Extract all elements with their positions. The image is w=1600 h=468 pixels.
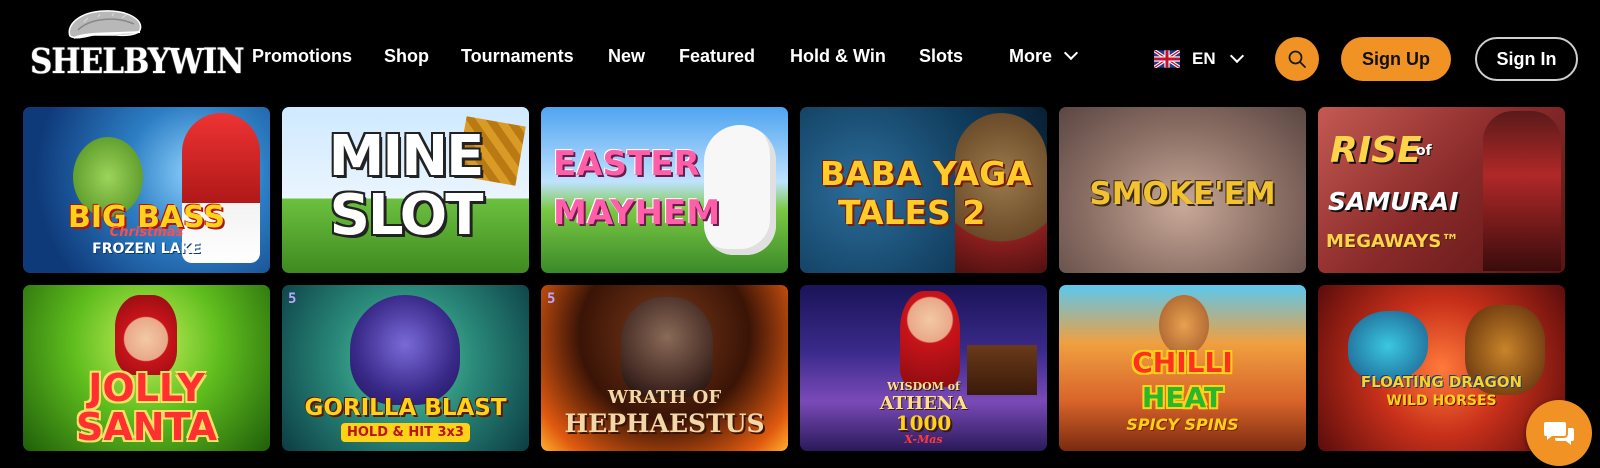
provider-badge: 5 — [547, 291, 556, 307]
chat-icon — [1544, 422, 1574, 445]
game-tile-baba-yaga-tales-2[interactable]: BABA YAGA TALES 2 — [800, 107, 1047, 273]
game-extra-2: X-Mas — [904, 433, 943, 446]
sign-in-button[interactable]: Sign In — [1475, 37, 1578, 81]
game-tile-mine-slot[interactable]: MINE SLOT — [282, 107, 529, 273]
game-extra-2: MEGAWAYS™ — [1326, 231, 1460, 252]
game-subtitle: MAYHEM — [553, 193, 721, 233]
language-selector[interactable]: EN — [1154, 46, 1244, 72]
nav-slots[interactable]: Slots — [919, 46, 963, 67]
nav-shop[interactable]: Shop — [384, 46, 429, 67]
game-extra: SPICY SPINS — [1126, 415, 1239, 434]
game-title: CHILLI — [1132, 346, 1233, 379]
dragon-figure — [1348, 311, 1428, 381]
game-tile-wisdom-of-athena-1000-xmas[interactable]: WISDOM of ATHENA 1000 X-Mas — [800, 285, 1047, 451]
game-title: EASTER — [553, 144, 700, 184]
game-tile-gorilla-blast[interactable]: 5 GORILLA BLAST HOLD & HIT 3x3 — [282, 285, 529, 451]
nav-more[interactable]: More — [1009, 45, 1079, 67]
game-tile-wrath-of-hephaestus[interactable]: 5 WRATH OF HEPHAESTUS — [541, 285, 788, 451]
game-tile-smoke-em[interactable]: SMOKE'EM — [1059, 107, 1306, 273]
game-tile-jolly-santa[interactable]: JOLLY SANTA — [23, 285, 270, 451]
nav-promotions[interactable]: Promotions — [252, 46, 352, 67]
game-subtitle: SANTA — [76, 405, 217, 449]
bunny-figure — [704, 125, 776, 255]
chevron-down-icon — [1063, 45, 1079, 61]
game-subtitle: of — [1416, 143, 1432, 159]
game-title: WRATH OF — [607, 387, 722, 408]
game-tile-chilli-heat-spicy-spins[interactable]: CHILLI HEAT SPICY SPINS — [1059, 285, 1306, 451]
language-code: EN — [1192, 49, 1216, 68]
game-subtitle: WILD HORSES — [1386, 393, 1497, 409]
game-subtitle: SLOT — [329, 183, 484, 248]
logo-wordmark: SHELBYWIN — [30, 41, 245, 83]
game-title: SMOKE'EM — [1089, 176, 1276, 212]
game-tile-easter-mayhem[interactable]: EASTER MAYHEM — [541, 107, 788, 273]
provider-badge: 5 — [288, 291, 297, 307]
flat-cap-icon — [68, 10, 142, 39]
site-header: SHELBYWIN Promotions Shop Tournaments Ne… — [0, 0, 1600, 104]
game-tile-rise-of-samurai[interactable]: RISE of SAMURAI MEGAWAYS™ — [1318, 107, 1565, 273]
game-subtitle: HOLD & HIT 3x3 — [282, 423, 529, 442]
chat-button[interactable] — [1526, 400, 1592, 466]
uk-flag-icon — [1154, 50, 1180, 68]
gorilla-figure — [350, 295, 460, 405]
athena-figure — [900, 291, 960, 387]
game-extra: FROZEN LAKE — [92, 241, 201, 257]
game-title: WISDOM of — [887, 380, 960, 393]
hephaestus-figure — [621, 297, 713, 397]
nav-more-label: More — [1009, 46, 1053, 66]
game-subtitle: HEAT — [1141, 381, 1224, 414]
santa-girl-figure — [115, 295, 177, 375]
game-extra: 1000 — [895, 411, 952, 435]
nav-hold-and-win[interactable]: Hold & Win — [790, 46, 886, 67]
sign-up-button[interactable]: Sign Up — [1341, 37, 1451, 81]
game-tile-big-bass-frozen-lake[interactable]: BIG BASS Christmas FROZEN LAKE — [23, 107, 270, 273]
game-title: JOLLY — [88, 366, 205, 410]
search-button[interactable] — [1275, 37, 1319, 81]
game-title: FLOATING DRAGON — [1360, 373, 1523, 391]
chevron-down-icon — [1229, 48, 1244, 64]
game-title: GORILLA BLAST — [304, 395, 507, 421]
search-icon — [1288, 50, 1306, 68]
game-subtitle: TALES 2 — [838, 193, 986, 232]
game-title: BABA YAGA — [820, 154, 1032, 193]
game-subtitle: Christmas — [109, 225, 184, 240]
nav-new[interactable]: New — [608, 46, 645, 67]
game-extra: SAMURAI — [1328, 187, 1459, 216]
nav-tournaments[interactable]: Tournaments — [461, 46, 574, 67]
nav-featured[interactable]: Featured — [679, 46, 755, 67]
game-title: MINE — [328, 124, 485, 189]
shelbywin-logo[interactable]: SHELBYWIN — [30, 8, 245, 88]
game-subtitle: HEPHAESTUS — [564, 409, 765, 438]
game-subtitle-label: HOLD & HIT 3x3 — [341, 423, 470, 442]
